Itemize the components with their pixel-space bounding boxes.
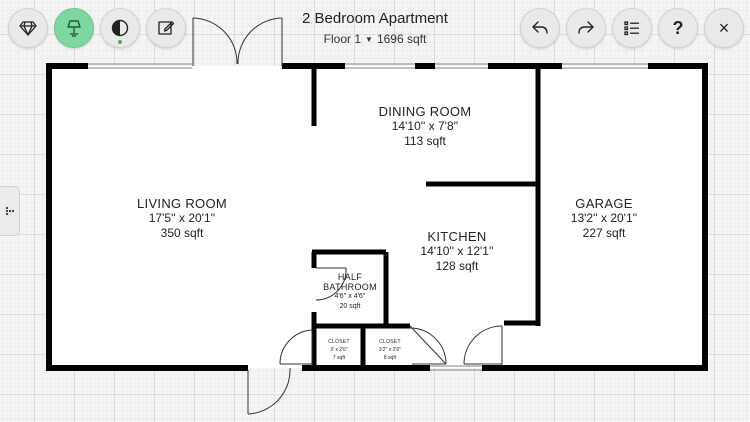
contrast-icon xyxy=(111,19,129,37)
room-half-bathroom[interactable]: HALF BATHROOM 4'6'' x 4'6'' 20 sqft xyxy=(323,272,377,312)
room-kitchen-dimensions: 14'10'' x 12'1'' xyxy=(420,244,494,258)
help-icon: ? xyxy=(672,17,684,38)
room-dining-name: DINING ROOM xyxy=(378,104,472,119)
diamond-icon xyxy=(19,21,37,36)
room-dining-area: 113 sqft xyxy=(404,134,446,148)
contrast-button[interactable] xyxy=(100,8,140,48)
room-garage-dimensions: 13'2'' x 20'1'' xyxy=(570,211,638,225)
floor-plan[interactable] xyxy=(0,0,750,422)
plan-title: 2 Bedroom Apartment xyxy=(302,10,448,27)
room-garage[interactable]: GARAGE 13'2'' x 20'1'' 227 sqft xyxy=(571,196,637,241)
close-icon: × xyxy=(718,17,730,38)
list-button[interactable] xyxy=(612,8,652,48)
room-garage-area: 227 sqft xyxy=(582,226,626,240)
lamp-button[interactable] xyxy=(54,8,94,48)
room-closet-right[interactable]: CLOSET 3'2'' x 2'6'' 8 sqft xyxy=(379,338,401,362)
room-closet-right-area: 8 sqft xyxy=(383,355,397,361)
room-closet-right-dimensions: 3'2'' x 2'6'' xyxy=(378,347,402,353)
room-closet-left-dimensions: 3' x 2'6'' xyxy=(330,347,348,353)
active-indicator xyxy=(118,40,122,44)
room-half-bathroom-dimensions: 4'6'' x 4'6'' xyxy=(334,293,366,300)
list-icon xyxy=(624,21,639,36)
floor-area: 1696 sqft xyxy=(376,32,427,46)
room-half-bathroom-area: 20 sqft xyxy=(339,303,361,310)
room-garage-name: GARAGE xyxy=(575,196,633,211)
room-half-bathroom-name-1: HALF xyxy=(337,272,363,282)
plan-header[interactable]: 2 Bedroom Apartment Floor 1 ▼ 1696 sqft xyxy=(250,10,500,46)
room-living-name: LIVING ROOM xyxy=(137,196,227,211)
help-button[interactable]: ? xyxy=(658,8,698,48)
bottom-door xyxy=(247,367,291,415)
room-living-dimensions: 17'5'' x 20'1'' xyxy=(148,211,216,225)
room-dining[interactable]: DINING ROOM 14'10'' x 7'8'' 113 sqft xyxy=(379,104,472,149)
side-panel-handle[interactable] xyxy=(0,186,20,236)
room-half-bathroom-name-2: BATHROOM xyxy=(323,282,377,292)
room-kitchen-area: 128 sqft xyxy=(435,259,479,273)
room-kitchen-name: KITCHEN xyxy=(427,229,487,244)
lamp-icon xyxy=(67,20,81,37)
floor-label: Floor 1 xyxy=(323,32,362,46)
caret-down-icon: ▼ xyxy=(365,35,373,44)
redo-button[interactable] xyxy=(566,8,606,48)
room-living[interactable]: LIVING ROOM 17'5'' x 20'1'' 350 sqft xyxy=(137,196,227,241)
floor-selector[interactable]: Floor 1 ▼ 1696 sqft xyxy=(250,32,500,46)
room-living-area: 350 sqft xyxy=(160,226,204,240)
edit-button[interactable] xyxy=(146,8,186,48)
redo-icon xyxy=(578,21,594,34)
room-closet-left-name: CLOSET xyxy=(328,339,350,345)
room-dining-dimensions: 14'10'' x 7'8'' xyxy=(391,119,459,133)
room-closet-left-area: 7 sqft xyxy=(332,355,346,361)
diamond-button[interactable] xyxy=(8,8,48,48)
edit-icon xyxy=(158,21,175,35)
room-closet-left[interactable]: CLOSET 3' x 2'6'' 7 sqft xyxy=(328,338,350,362)
room-kitchen[interactable]: KITCHEN 14'10'' x 12'1'' 128 sqft xyxy=(420,229,493,274)
room-closet-right-name: CLOSET xyxy=(379,339,401,345)
drag-handle-icon xyxy=(5,206,14,216)
close-button[interactable]: × xyxy=(704,8,744,48)
undo-button[interactable] xyxy=(520,8,560,48)
undo-icon xyxy=(532,21,548,34)
